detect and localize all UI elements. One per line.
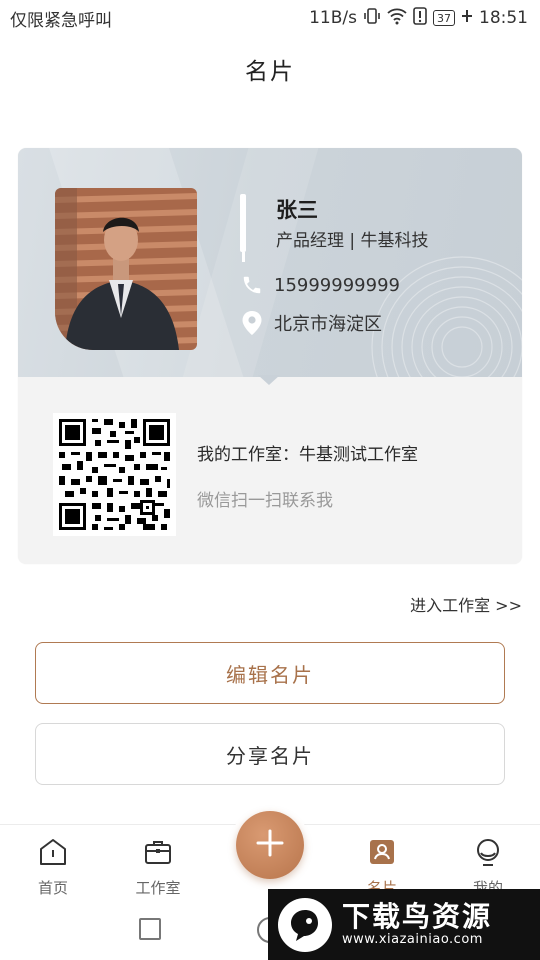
- alert-icon: [413, 6, 427, 30]
- share-card-button[interactable]: 分享名片: [35, 723, 505, 785]
- charging-icon: [461, 8, 473, 28]
- watermark-url: www.xiazainiao.com: [342, 932, 483, 948]
- edit-card-button[interactable]: 编辑名片: [35, 642, 505, 704]
- status-bar: 仅限紧急呼叫 11B/s 37 18:51: [0, 0, 540, 36]
- profile-photo: [55, 188, 197, 350]
- qr-code[interactable]: [53, 413, 176, 536]
- add-button[interactable]: [236, 811, 304, 879]
- location-pin-icon: [240, 310, 264, 336]
- home-icon: [38, 837, 68, 871]
- phone-number: 15999999999: [274, 274, 400, 296]
- tab-studio-label: 工作室: [135, 879, 181, 897]
- user-icon: [473, 837, 503, 871]
- enter-studio-link[interactable]: 进入工作室 >>: [410, 592, 522, 616]
- accent-bar: [240, 194, 246, 262]
- watermark-banner: 下载鸟资源 www.xiazainiao.com: [268, 889, 540, 960]
- contact-position: 产品经理 | 牛基科技: [276, 231, 429, 251]
- status-indicators: 11B/s 37 18:51: [309, 6, 528, 30]
- address-text: 北京市海淀区: [274, 314, 382, 335]
- page-title: 名片: [245, 59, 295, 85]
- battery-icon: 37: [433, 10, 455, 26]
- watermark-title: 下载鸟资源: [342, 899, 493, 933]
- bird-logo-icon: [278, 897, 332, 952]
- card-header: 张三 产品经理 | 牛基科技 15999999999 北京市海淀区: [18, 148, 522, 377]
- business-card: 张三 产品经理 | 牛基科技 15999999999 北京市海淀区 我的工作室：…: [18, 148, 522, 564]
- vibrate-icon: [363, 7, 381, 30]
- wifi-icon: [387, 7, 407, 30]
- decorative-rings: [371, 256, 522, 377]
- briefcase-icon: [143, 837, 173, 871]
- header-pointer: [258, 375, 280, 385]
- phone-icon: [240, 272, 264, 298]
- recents-button[interactable]: [139, 918, 161, 940]
- scan-hint: 微信扫一扫联系我: [197, 491, 333, 511]
- contact-card-icon: [367, 837, 397, 871]
- watermark-text: 下载鸟资源 www.xiazainiao.com: [342, 899, 493, 948]
- tab-studio[interactable]: 工作室: [118, 837, 198, 898]
- tab-home-label: 首页: [37, 879, 68, 897]
- carrier-text: 仅限紧急呼叫: [10, 10, 112, 31]
- contact-name: 张三: [276, 198, 318, 222]
- address-row[interactable]: 北京市海淀区: [240, 310, 382, 336]
- tab-home[interactable]: 首页: [13, 837, 93, 898]
- clock: 18:51: [479, 8, 528, 28]
- studio-name: 我的工作室：牛基测试工作室: [197, 445, 418, 465]
- network-speed: 11B/s: [309, 8, 357, 28]
- plus-icon: [255, 828, 285, 862]
- phone-row[interactable]: 15999999999: [240, 272, 400, 298]
